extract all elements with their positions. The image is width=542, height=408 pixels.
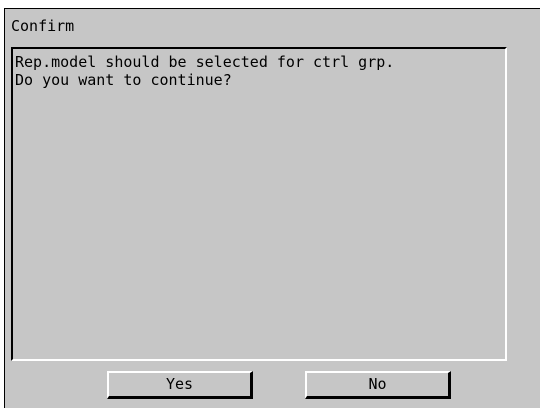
no-button[interactable]: No (305, 371, 451, 399)
message-line-1: Rep.model should be selected for ctrl gr… (15, 53, 395, 71)
confirm-dialog: Confirm Rep.model should be selected for… (4, 8, 540, 408)
dialog-title: Confirm (11, 17, 75, 35)
yes-button[interactable]: Yes (107, 371, 253, 399)
message-line-2: Do you want to continue? (15, 71, 232, 89)
message-area: Rep.model should be selected for ctrl gr… (11, 47, 507, 361)
